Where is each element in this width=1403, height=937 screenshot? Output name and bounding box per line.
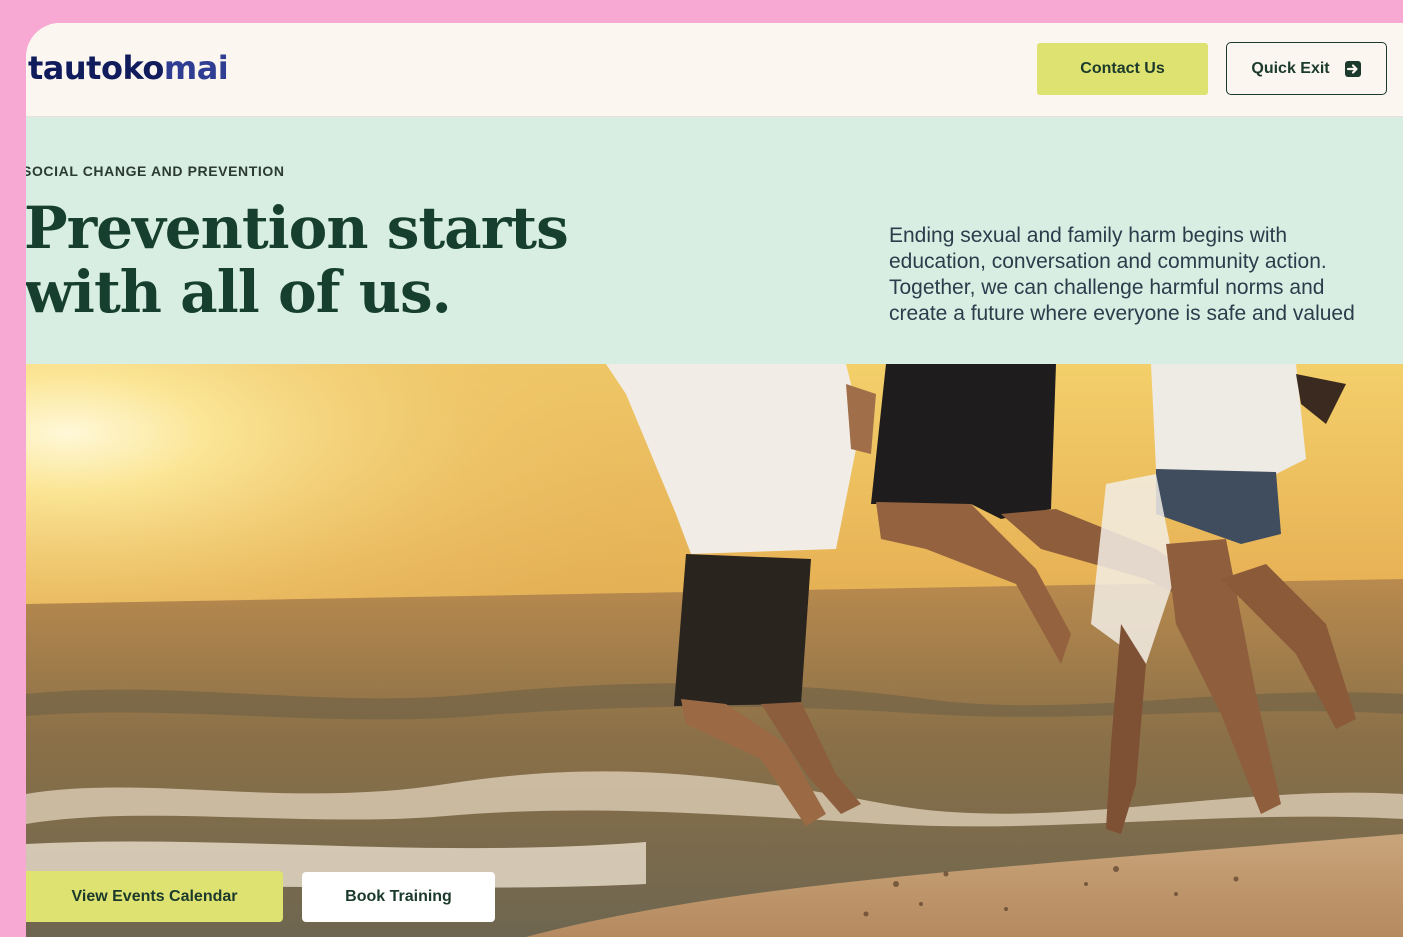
logo-text-mai: mai: [163, 49, 229, 87]
view-events-calendar-button[interactable]: View Events Calendar: [26, 871, 283, 922]
section-eyebrow: SOCIAL CHANGE AND PREVENTION: [26, 163, 285, 179]
hero-image: [26, 364, 1403, 937]
beach-sunset-photo-icon: [26, 364, 1403, 937]
book-training-button[interactable]: Book Training: [302, 872, 495, 922]
exit-arrow-icon: [1344, 60, 1362, 78]
logo-text-tautoko: tautoko: [28, 49, 164, 87]
site-logo[interactable]: tautokomai: [28, 48, 229, 88]
intro-line-1: Ending sexual and family harm begins wit…: [889, 224, 1288, 247]
site-header: tautokomai Contact Us Quick Exit: [26, 23, 1403, 117]
headline-line-1: Prevention starts: [26, 194, 569, 262]
quick-exit-button[interactable]: Quick Exit: [1226, 42, 1387, 95]
browser-frame: tautokomai Contact Us Quick Exit SOCIAL …: [26, 23, 1403, 937]
contact-us-button[interactable]: Contact Us: [1037, 43, 1208, 95]
hero-intro-band: SOCIAL CHANGE AND PREVENTION Prevention …: [26, 117, 1403, 364]
hero-headline: Prevention starts with all of us.: [26, 194, 569, 326]
intro-line-3: Together, we can challenge harmful norms…: [889, 276, 1325, 299]
intro-line-2: education, conversation and community ac…: [889, 250, 1327, 273]
headline-line-2: with all of us.: [26, 258, 452, 326]
intro-line-4: create a future where everyone is safe a…: [889, 302, 1355, 325]
hero-intro-text: Ending sexual and family harm begins wit…: [889, 223, 1403, 327]
quick-exit-label: Quick Exit: [1251, 59, 1330, 77]
